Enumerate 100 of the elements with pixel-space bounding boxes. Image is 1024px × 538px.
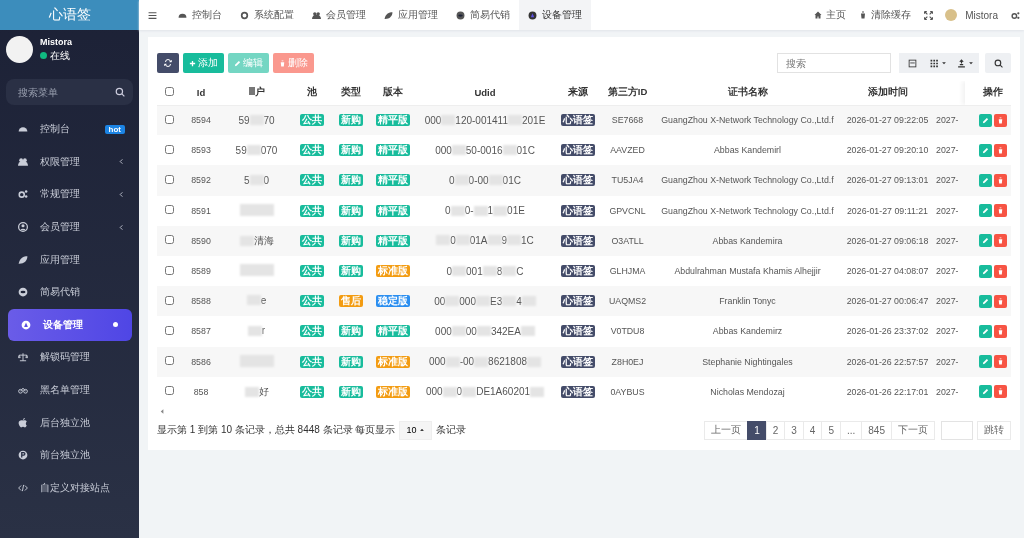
nav-tab[interactable]: 系统配置 — [231, 0, 303, 30]
sidebar-item[interactable]: 后台独立池 — [0, 406, 139, 439]
home-link[interactable]: 主页 — [814, 8, 847, 22]
sidebar-item[interactable]: 解锁码管理 — [0, 341, 139, 374]
gears-icon[interactable] — [1011, 10, 1020, 20]
hot-badge: hot — [104, 124, 125, 134]
nav-tab[interactable]: 简易代销 — [447, 0, 519, 30]
page-button[interactable]: 5 — [821, 420, 841, 440]
records-suffix: 条记录 — [436, 423, 467, 438]
redaction-block — [452, 266, 467, 277]
parking-icon — [18, 450, 28, 461]
text-fragment: r — [261, 325, 266, 337]
edit-button[interactable] — [978, 143, 992, 157]
user-menu[interactable]: Mistora — [945, 9, 998, 21]
delete-button[interactable] — [993, 324, 1007, 338]
edit-button[interactable] — [978, 294, 992, 308]
text-fragment: 0 — [446, 265, 453, 277]
delete-button[interactable] — [993, 173, 1007, 187]
text-fragment: 0-00 — [468, 174, 489, 186]
row-checkbox[interactable] — [165, 205, 174, 215]
fullscreen-icon[interactable] — [924, 10, 934, 20]
sidebar-item[interactable]: 自定义对接站点 — [0, 471, 139, 505]
clear-cache-link[interactable]: 清除缓存 — [859, 8, 912, 22]
export-button[interactable] — [952, 53, 979, 73]
sidebar-item[interactable]: 控制台 hot — [0, 113, 139, 146]
edit-button[interactable] — [978, 204, 992, 218]
sidebar-item[interactable]: 黑名单管理 — [0, 373, 139, 407]
sidebar-item[interactable]: 简易代销 — [0, 275, 139, 309]
page-button[interactable]: 2 — [765, 420, 786, 440]
edit-button[interactable] — [978, 324, 992, 338]
edit-button[interactable] — [978, 173, 992, 187]
row-checkbox[interactable] — [165, 235, 174, 245]
type-tag: 新购 — [339, 265, 363, 278]
table-cell: GPVCNL — [609, 205, 646, 216]
page-button[interactable]: 3 — [784, 420, 804, 440]
eye-icon — [456, 10, 465, 20]
delete-button[interactable] — [993, 264, 1007, 278]
delete-button[interactable] — [993, 355, 1007, 369]
row-checkbox[interactable] — [165, 295, 174, 305]
table-cell: 8592 — [191, 175, 211, 186]
table-cell: 8587 — [191, 326, 211, 337]
type-tag: 新购 — [339, 234, 363, 247]
next-page-button[interactable]: 下一页 — [891, 420, 935, 440]
edit-button[interactable] — [978, 264, 992, 278]
plus-icon — [189, 59, 196, 67]
previous-page-button[interactable]: 上一页 — [704, 420, 749, 440]
pool-tag: 公共 — [300, 265, 324, 278]
search-icon — [993, 58, 1003, 68]
select-all-checkbox[interactable] — [165, 87, 174, 97]
sidebar-item[interactable]: 设备管理 — [8, 308, 132, 342]
redaction-block — [476, 326, 491, 337]
table-cell: GuangZhou X-Network Technology Co.,Ltd.f — [661, 115, 834, 126]
redaction-block — [482, 266, 497, 277]
delete-button[interactable] — [993, 143, 1007, 157]
row-checkbox[interactable] — [165, 386, 174, 396]
delete-button[interactable] — [993, 204, 1007, 218]
table-cell: 8591 — [191, 205, 211, 216]
delete-button[interactable] — [993, 385, 1007, 399]
page-button[interactable]: 4 — [802, 420, 823, 440]
edit-button[interactable] — [978, 113, 992, 127]
row-checkbox[interactable] — [165, 144, 174, 154]
text-fragment: 01C — [502, 174, 521, 186]
redaction-block — [502, 266, 517, 277]
column-header: 户 — [254, 86, 265, 98]
text-fragment: 1 — [487, 205, 494, 217]
row-checkbox[interactable] — [165, 356, 174, 366]
edit-button[interactable] — [978, 234, 992, 248]
row-checkbox[interactable] — [165, 325, 174, 335]
type-tag: 新购 — [339, 174, 363, 187]
jump-button[interactable]: 跳转 — [977, 420, 1011, 440]
nav-tab[interactable]: 会员管理 — [303, 0, 375, 30]
nav-tab[interactable]: 应用管理 — [375, 0, 447, 30]
edit-button[interactable] — [978, 385, 992, 399]
delete-button[interactable] — [993, 113, 1007, 127]
text-fragment: 01A — [469, 234, 488, 246]
row-checkbox[interactable] — [165, 265, 174, 275]
edit-button[interactable] — [978, 355, 992, 369]
delete-button[interactable] — [993, 234, 1007, 248]
page-button[interactable]: 1 — [747, 420, 767, 440]
row-checkbox[interactable] — [165, 174, 174, 184]
refresh-button[interactable] — [157, 53, 179, 73]
menu-search-field[interactable]: 搜索菜单 — [6, 79, 133, 105]
search-field[interactable]: 搜索 — [777, 53, 891, 73]
page-button[interactable]: 845 — [861, 420, 892, 440]
table-cell: 2026-01-27 04:08:07 — [846, 266, 929, 277]
row-checkbox[interactable] — [165, 114, 174, 124]
sidebar-item[interactable]: 前台独立池 — [0, 438, 139, 472]
sidebar-item[interactable]: 应用管理 — [0, 243, 139, 276]
page-number-field[interactable] — [941, 420, 973, 440]
page-size-dropdown[interactable]: 10 — [399, 420, 433, 440]
toggle-view-button[interactable] — [899, 53, 925, 73]
sidebar-item[interactable]: 常规管理 — [0, 178, 139, 211]
version-tag: 标准版 — [376, 265, 410, 278]
delete-button[interactable] — [993, 294, 1007, 308]
nav-tab[interactable]: 控制台 — [169, 0, 231, 30]
nav-tab[interactable]: 设备管理 — [519, 0, 591, 30]
menu-icon[interactable] — [148, 10, 157, 20]
sidebar-item[interactable]: 权限管理 — [0, 145, 139, 179]
search-button[interactable] — [985, 53, 1011, 73]
sidebar-item[interactable]: 会员管理 — [0, 210, 139, 244]
